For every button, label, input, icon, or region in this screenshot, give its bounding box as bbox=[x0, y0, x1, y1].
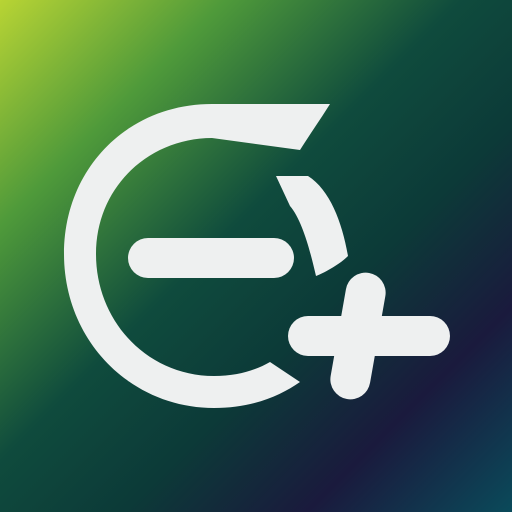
e-middle-bar bbox=[128, 238, 294, 278]
app-icon bbox=[0, 0, 512, 512]
e-plus-logo-icon bbox=[0, 0, 512, 512]
plus-horizontal bbox=[288, 316, 450, 356]
